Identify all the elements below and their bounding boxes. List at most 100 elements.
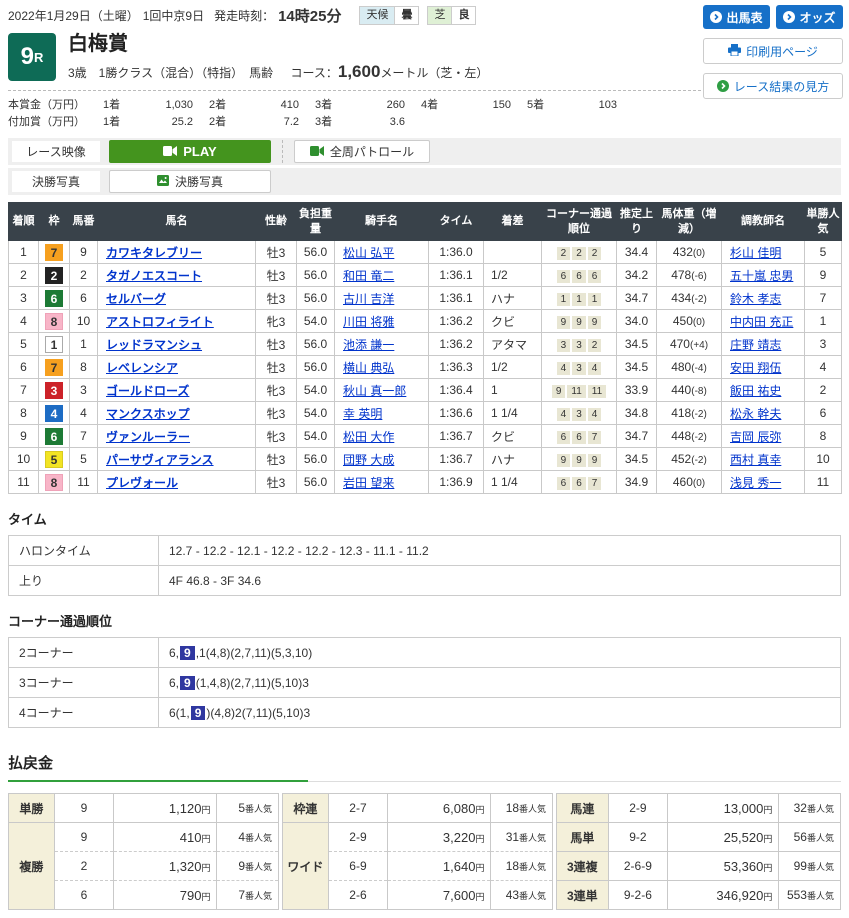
payout-amount-value: 1,320 [169,859,202,874]
horse-name-cell: ヴァンルーラー [98,425,256,448]
payout-amount: 3,220円 [388,823,491,852]
entry-table-label: 出馬表 [726,9,762,26]
course-label: コース： [290,66,337,80]
payout-amount-value: 1,640 [443,859,476,874]
jockey-link[interactable]: 団野 大成 [343,453,394,467]
jockey-link[interactable]: 横山 典弘 [343,361,394,375]
jockey-link[interactable]: 池添 謙一 [343,338,394,352]
payout-popularity: 553番人気 [779,881,841,910]
prize-amount: 410 [243,97,299,114]
body-weight-value: 460 [673,475,693,489]
prize-amount: 150 [455,97,511,114]
trainer-link[interactable]: 中内田 充正 [730,315,793,329]
prize-amount: 25.2 [137,114,193,131]
finish-time: 1:36.1 [429,287,484,310]
horse-name-link[interactable]: タガノエスコート [106,269,202,283]
horse-name-link[interactable]: パーサヴィアランス [106,453,214,467]
trainer-link[interactable]: 浅見 秀一 [730,476,781,490]
bet-combination: 9 [54,823,114,852]
horse-name-link[interactable]: カワキタレブリー [106,246,202,260]
horse-name-cell: ゴールドローズ [98,379,256,402]
corner-position: 9 [588,454,602,467]
column-header: 馬体重（増減） [657,203,722,241]
payout-amount: 25,520円 [668,823,779,852]
estimated-last-3f: 34.2 [617,264,657,287]
trainer-link[interactable]: 西村 真幸 [730,453,781,467]
jockey-link[interactable]: 川田 将雅 [343,315,394,329]
horse-name-link[interactable]: アストロフィライト [106,315,214,329]
race-result-page: 2022年1月29日（土曜） 1回中京9日 発走時刻： 14時25分 天候 曇 … [0,0,849,918]
trainer-link[interactable]: 吉岡 辰弥 [730,430,781,444]
jockey-link[interactable]: 松田 大作 [343,430,394,444]
win-popularity: 10 [805,448,842,471]
corner-positions: 999 [542,448,617,471]
corner-positions: 667 [542,425,617,448]
margin: ハナ [484,448,542,471]
trainer-link[interactable]: 鈴木 孝志 [730,292,781,306]
yen-unit: 円 [475,863,484,873]
trainer-link[interactable]: 杉山 佳明 [730,246,781,260]
payout-row: 3連複2-6-953,360円99番人気 [557,852,841,881]
jockey-link[interactable]: 和田 竜二 [343,269,394,283]
corner-position: 6 [557,477,571,490]
horse-name-link[interactable]: ヴァンルーラー [106,430,190,444]
jockey-link[interactable]: 古川 吉洋 [343,292,394,306]
trainer-link[interactable]: 安田 翔伍 [730,361,781,375]
column-header: 着順 [9,203,39,241]
corner-row-value: 6(1,9)(4,8)2(7,11)(5,10)3 [159,698,841,728]
corner-order-pre: 6, [169,676,179,690]
trainer-link[interactable]: 五十嵐 忠男 [730,269,793,283]
payout-amount-value: 346,920 [716,888,763,903]
horse-name-link[interactable]: レベレンシア [106,361,178,375]
payout-amount: 53,360円 [668,852,779,881]
corner-position: 9 [588,316,602,329]
jockey-link[interactable]: 幸 英明 [343,407,382,421]
corner-position: 2 [588,247,602,260]
corner-position: 9 [572,316,586,329]
payout-amount: 7,600円 [388,881,491,910]
body-weight-diff: (-2) [691,409,707,420]
trainer-link[interactable]: 松永 幹夫 [730,407,781,421]
highlighted-horse-number: 9 [191,706,206,720]
horse-name-link[interactable]: レッドラマンシュ [106,338,202,352]
trainer-link[interactable]: 飯田 祐史 [730,384,781,398]
corner-row-value: 6,9(1,4,8)(2,7,11)(5,10)3 [159,668,841,698]
horse-name-link[interactable]: セルバーグ [106,292,166,306]
odds-button[interactable]: オッズ [776,5,843,29]
yen-unit: 円 [201,805,210,815]
finish-time: 1:36.4 [429,379,484,402]
jockey-link[interactable]: 秋山 真一郎 [343,384,406,398]
play-button[interactable]: PLAY [109,140,271,163]
sex-age: 牡3 [256,333,297,356]
win-popularity: 11 [805,471,842,494]
horse-name-link[interactable]: ゴールドローズ [106,384,189,398]
print-page-button[interactable]: 印刷用ページ [703,38,843,64]
jockey-link[interactable]: 岩田 望来 [343,476,394,490]
vertical-separator [282,140,283,163]
payout-popularity: 5番人気 [217,794,279,823]
patrol-video-button[interactable]: 全周パトロール [294,140,430,163]
finish-photo-button[interactable]: 決勝写真 [109,170,271,193]
horse-name-link[interactable]: マンクスホップ [106,407,190,421]
corner-row: 3コーナー6,9(1,4,8)(2,7,11)(5,10)3 [9,668,841,698]
yen-unit: 円 [763,805,772,815]
body-weight: 418(-2) [657,402,722,425]
horse-number: 1 [70,333,98,356]
bet-combination: 2-6 [328,881,388,910]
corner-position: 2 [588,339,602,352]
bet-combination: 6 [54,881,114,910]
entry-table-button[interactable]: 出馬表 [703,5,770,29]
result-guide-button[interactable]: レース結果の見方 [703,73,843,99]
column-header: タイム [429,203,484,241]
body-weight-value: 418 [671,406,691,420]
jockey-link[interactable]: 松山 弘平 [343,246,394,260]
race-number-badge: 9R [8,33,56,81]
estimated-last-3f: 34.5 [617,356,657,379]
result-row: 1055パーサヴィアランス牡356.0団野 大成1:36.7ハナ99934.54… [9,448,842,471]
win-popularity: 9 [805,264,842,287]
trainer-link[interactable]: 庄野 靖志 [730,338,781,352]
corner-row-label: 4コーナー [9,698,159,728]
race-video-label: レース映像 [12,141,100,162]
margin: クビ [484,425,542,448]
horse-name-link[interactable]: プレヴォール [106,476,178,490]
